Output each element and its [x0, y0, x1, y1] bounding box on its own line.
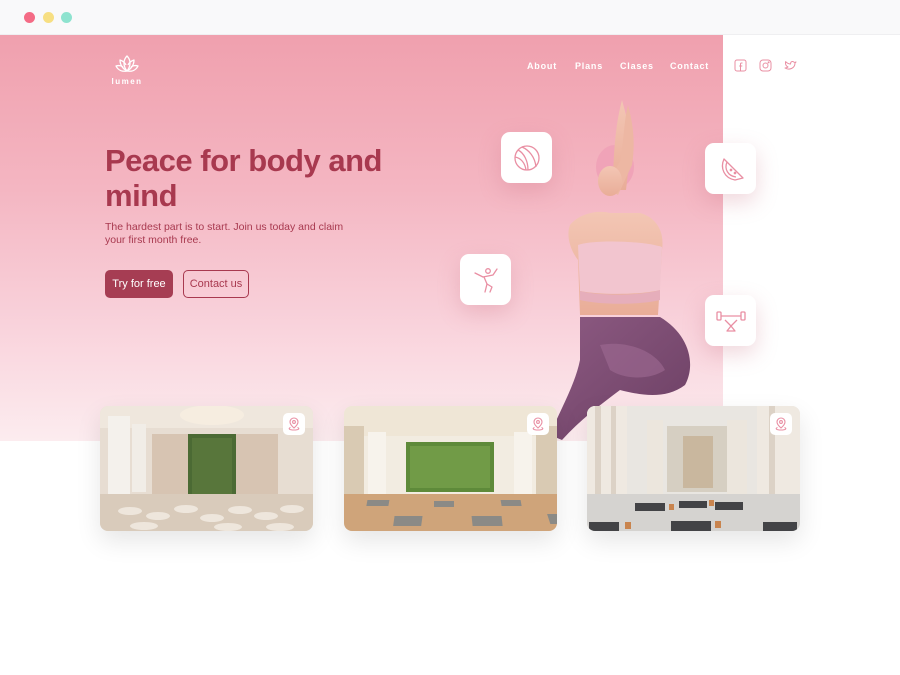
weights-icon-card[interactable]	[705, 295, 756, 346]
window-titlebar	[0, 0, 900, 35]
nav-item-about[interactable]: About	[527, 61, 557, 71]
location-pin-button-1[interactable]	[283, 413, 305, 435]
brand-name: lumen	[111, 77, 143, 86]
studio-photo-2	[344, 406, 557, 531]
nav-item-contact[interactable]: Contact	[670, 61, 709, 71]
nav-link-plans[interactable]: Plans	[575, 61, 603, 71]
studio-photo-3	[587, 406, 800, 531]
brand-logo[interactable]: lumen	[110, 54, 144, 86]
nav-link-clases[interactable]: Clases	[620, 61, 654, 71]
close-window-button[interactable]	[24, 12, 35, 23]
try-for-free-button[interactable]: Try for free	[105, 270, 173, 298]
instagram-icon[interactable]	[759, 59, 772, 72]
twitter-icon[interactable]	[784, 59, 797, 72]
nav-link-contact[interactable]: Contact	[670, 61, 709, 71]
studio-card-1[interactable]	[100, 406, 313, 531]
ball-icon-card[interactable]	[501, 132, 552, 183]
ball-icon	[513, 144, 540, 171]
yoga-pose-icon-card[interactable]	[460, 254, 511, 305]
location-pin-button-3[interactable]	[770, 413, 792, 435]
nav-item-clases[interactable]: Clases	[620, 61, 654, 71]
hero-title: Peace for body and mind	[105, 143, 382, 213]
maximize-window-button[interactable]	[61, 12, 72, 23]
studio-card-3[interactable]	[587, 406, 800, 531]
yoga-woman-image	[550, 100, 691, 440]
watermelon-icon	[721, 157, 744, 181]
studio-card-2[interactable]	[344, 406, 557, 531]
weights-icon	[715, 310, 746, 332]
location-pin-icon	[775, 417, 787, 431]
browser-window: lumen About Plans Clases Contact Peace f…	[0, 0, 900, 675]
facebook-icon[interactable]	[734, 59, 747, 72]
lotus-icon	[115, 55, 139, 72]
nav-item-plans[interactable]: Plans	[575, 61, 603, 71]
minimize-window-button[interactable]	[43, 12, 54, 23]
contact-us-button[interactable]: Contact us	[183, 270, 249, 298]
yoga-pose-icon	[473, 267, 498, 293]
location-pin-button-2[interactable]	[527, 413, 549, 435]
hero-subtitle: The hardest part is to start. Join us to…	[105, 221, 344, 246]
location-pin-icon	[288, 417, 300, 431]
watermelon-icon-card[interactable]	[705, 143, 756, 194]
studio-photo-1	[100, 406, 313, 531]
location-pin-icon	[532, 417, 544, 431]
nav-link-about[interactable]: About	[527, 61, 557, 71]
